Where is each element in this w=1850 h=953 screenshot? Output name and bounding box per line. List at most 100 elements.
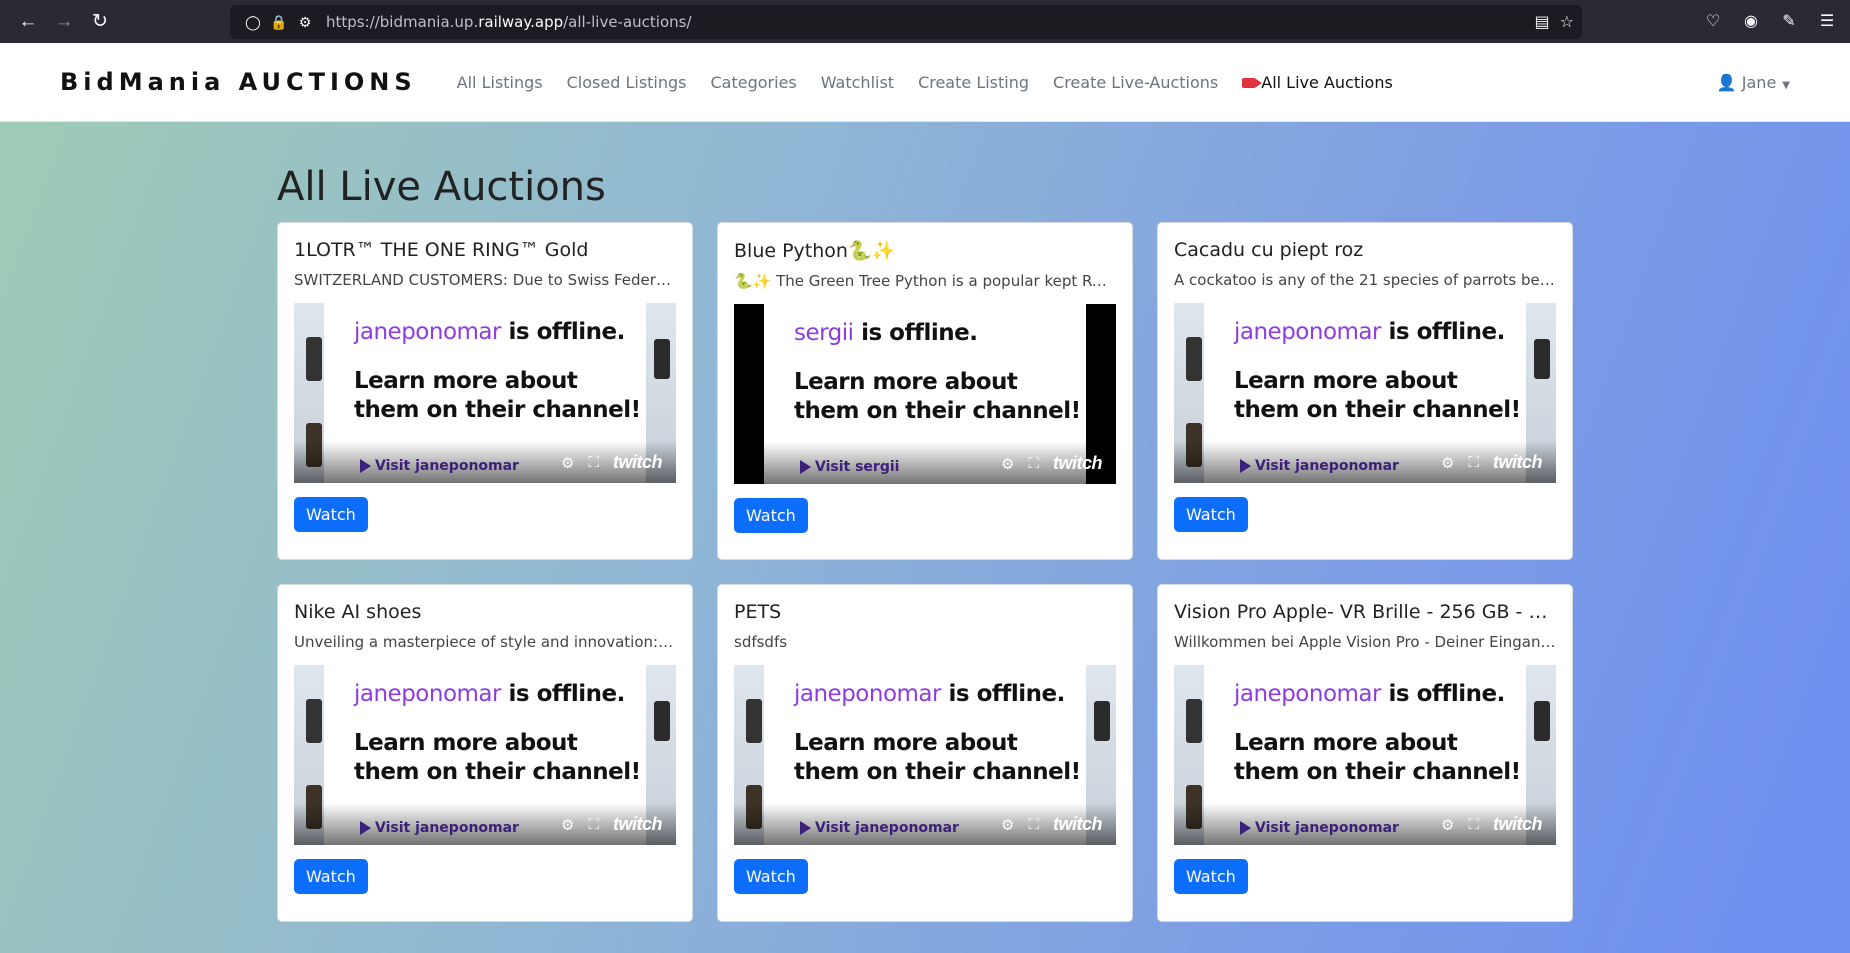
auction-card: 1LOTR™ THE ONE RING™ Gold SWITZERLAND CU… bbox=[277, 222, 693, 560]
thumb-phone bbox=[1094, 701, 1110, 741]
permissions-icon[interactable]: ⚙ bbox=[292, 14, 318, 31]
watch-button[interactable]: Watch bbox=[1174, 497, 1248, 532]
twitch-logo[interactable]: twitch bbox=[1493, 814, 1543, 835]
twitch-logo[interactable]: twitch bbox=[1493, 452, 1543, 473]
lock-icon[interactable]: 🔒 bbox=[266, 14, 292, 31]
forward-icon[interactable]: → bbox=[46, 4, 82, 40]
card-description: Unveiling a masterpiece of style and inn… bbox=[294, 633, 676, 651]
twitch-logo[interactable]: twitch bbox=[613, 814, 663, 835]
learn-more-text: Learn more about them on their channel! bbox=[1234, 729, 1526, 787]
address-bar[interactable]: ◯ 🔒 ⚙ https://bidmania.up.railway.app/al… bbox=[230, 5, 1582, 39]
page-title: All Live Auctions bbox=[277, 164, 606, 210]
reload-icon[interactable]: ↻ bbox=[82, 4, 118, 40]
watch-button[interactable]: Watch bbox=[294, 859, 368, 894]
channel-name[interactable]: janeponomar bbox=[354, 681, 502, 707]
learn-line-1: Learn more about bbox=[794, 730, 1018, 756]
nav-closed-listings[interactable]: Closed Listings bbox=[555, 73, 699, 92]
offline-message: janeponomar is offline. bbox=[354, 319, 646, 345]
settings-icon[interactable]: ⚙ bbox=[561, 454, 574, 472]
twitch-player[interactable]: janeponomar is offline. Learn more about… bbox=[1174, 303, 1556, 483]
auction-card: Cacadu cu piept roz A cockatoo is any of… bbox=[1157, 222, 1573, 560]
nav-categories[interactable]: Categories bbox=[699, 73, 809, 92]
fullscreen-icon[interactable]: ⛶ bbox=[588, 454, 599, 471]
visit-channel-link[interactable]: Visit janeponomar bbox=[1240, 458, 1399, 474]
auction-card: Nike AI shoes Unveiling a masterpiece of… bbox=[277, 584, 693, 922]
account-icon[interactable]: ◉ bbox=[1738, 8, 1764, 34]
reader-view-icon[interactable]: ▤ bbox=[1535, 12, 1550, 32]
fullscreen-icon[interactable]: ⛶ bbox=[1028, 455, 1039, 472]
player-controls: Visit janeponomar ⚙ ⛶ twitch bbox=[1174, 803, 1556, 845]
learn-line-1: Learn more about bbox=[354, 368, 578, 394]
watch-button[interactable]: Watch bbox=[1174, 859, 1248, 894]
nav-all-listings[interactable]: All Listings bbox=[445, 73, 555, 92]
brand-logo[interactable]: BidMania AUCTIONS bbox=[60, 68, 417, 96]
learn-line-1: Learn more about bbox=[1234, 730, 1458, 756]
main-content: All Live Auctions 1LOTR™ THE ONE RING™ G… bbox=[0, 122, 1850, 953]
player-controls: Visit janeponomar ⚙ ⛶ twitch bbox=[294, 441, 676, 483]
channel-name[interactable]: janeponomar bbox=[1234, 681, 1382, 707]
learn-line-2: them on their channel! bbox=[1234, 759, 1521, 785]
channel-name[interactable]: janeponomar bbox=[794, 681, 942, 707]
thumb-ring bbox=[306, 337, 322, 381]
visit-channel-name: janeponomar bbox=[1295, 458, 1399, 474]
thumb-phone bbox=[1534, 339, 1550, 379]
nav-create-live-auctions[interactable]: Create Live-Auctions bbox=[1041, 73, 1230, 92]
nav-all-live-auctions[interactable]: All Live Auctions bbox=[1230, 73, 1405, 92]
extensions-icon[interactable]: ✎ bbox=[1776, 8, 1802, 34]
settings-icon[interactable]: ⚙ bbox=[1441, 816, 1454, 834]
settings-icon[interactable]: ⚙ bbox=[1001, 816, 1014, 834]
pocket-icon[interactable]: ♡ bbox=[1700, 8, 1726, 34]
twitch-player[interactable]: janeponomar is offline. Learn more about… bbox=[294, 665, 676, 845]
twitch-logo[interactable]: twitch bbox=[1053, 453, 1103, 474]
visit-channel-link[interactable]: Visit janeponomar bbox=[1240, 820, 1399, 836]
twitch-logo[interactable]: twitch bbox=[613, 452, 663, 473]
twitch-player[interactable]: janeponomar is offline. Learn more about… bbox=[734, 665, 1116, 845]
user-icon: 👤 bbox=[1716, 73, 1737, 92]
thumb-ring bbox=[746, 699, 762, 743]
visit-channel-name: janeponomar bbox=[1295, 820, 1399, 836]
fullscreen-icon[interactable]: ⛶ bbox=[1468, 454, 1479, 471]
menu-icon[interactable]: ☰ bbox=[1814, 8, 1840, 34]
play-icon bbox=[1240, 821, 1251, 835]
site-navbar: BidMania AUCTIONS All Listings Closed Li… bbox=[0, 43, 1850, 122]
settings-icon[interactable]: ⚙ bbox=[1001, 455, 1014, 473]
channel-name[interactable]: janeponomar bbox=[354, 319, 502, 345]
url-text[interactable]: https://bidmania.up.railway.app/all-live… bbox=[326, 13, 692, 31]
nav-links: All Listings Closed Listings Categories … bbox=[445, 73, 1405, 92]
card-description: sdfsdfs bbox=[734, 633, 788, 651]
card-description: Willkommen bei Apple Vision Pro - Deiner… bbox=[1174, 633, 1556, 651]
shield-icon[interactable]: ◯ bbox=[240, 14, 266, 31]
offline-message: janeponomar is offline. bbox=[794, 681, 1086, 707]
user-dropdown[interactable]: 👤 Jane ▼ bbox=[1717, 73, 1790, 92]
offline-suffix: is offline. bbox=[941, 681, 1066, 707]
fullscreen-icon[interactable]: ⛶ bbox=[1468, 816, 1479, 833]
visit-channel-link[interactable]: Visit sergii bbox=[800, 459, 899, 475]
twitch-player[interactable]: janeponomar is offline. Learn more about… bbox=[1174, 665, 1556, 845]
visit-channel-name: janeponomar bbox=[855, 820, 959, 836]
fullscreen-icon[interactable]: ⛶ bbox=[1028, 816, 1039, 833]
back-icon[interactable]: ← bbox=[10, 4, 46, 40]
fullscreen-icon[interactable]: ⛶ bbox=[588, 816, 599, 833]
visit-channel-link[interactable]: Visit janeponomar bbox=[800, 820, 959, 836]
thumb-ring bbox=[1186, 337, 1202, 381]
twitch-logo[interactable]: twitch bbox=[1053, 814, 1103, 835]
twitch-player[interactable]: janeponomar is offline. Learn more about… bbox=[294, 303, 676, 483]
card-title: 1LOTR™ THE ONE RING™ Gold bbox=[294, 239, 589, 261]
card-description: A cockatoo is any of the 21 species of p… bbox=[1174, 271, 1556, 289]
offline-suffix: is offline. bbox=[501, 319, 626, 345]
card-title: Vision Pro Apple- VR Brille - 256 GB - G… bbox=[1174, 601, 1556, 623]
bookmark-star-icon[interactable]: ☆ bbox=[1560, 12, 1574, 32]
visit-channel-link[interactable]: Visit janeponomar bbox=[360, 458, 519, 474]
settings-icon[interactable]: ⚙ bbox=[1441, 454, 1454, 472]
nav-watchlist[interactable]: Watchlist bbox=[809, 73, 906, 92]
channel-name[interactable]: sergii bbox=[794, 320, 854, 346]
watch-button[interactable]: Watch bbox=[294, 497, 368, 532]
settings-icon[interactable]: ⚙ bbox=[561, 816, 574, 834]
visit-channel-link[interactable]: Visit janeponomar bbox=[360, 820, 519, 836]
nav-create-listing[interactable]: Create Listing bbox=[906, 73, 1041, 92]
watch-button[interactable]: Watch bbox=[734, 498, 808, 533]
learn-line-2: them on their channel! bbox=[354, 397, 641, 423]
watch-button[interactable]: Watch bbox=[734, 859, 808, 894]
channel-name[interactable]: janeponomar bbox=[1234, 319, 1382, 345]
twitch-player[interactable]: sergii is offline. Learn more about them … bbox=[734, 304, 1116, 484]
